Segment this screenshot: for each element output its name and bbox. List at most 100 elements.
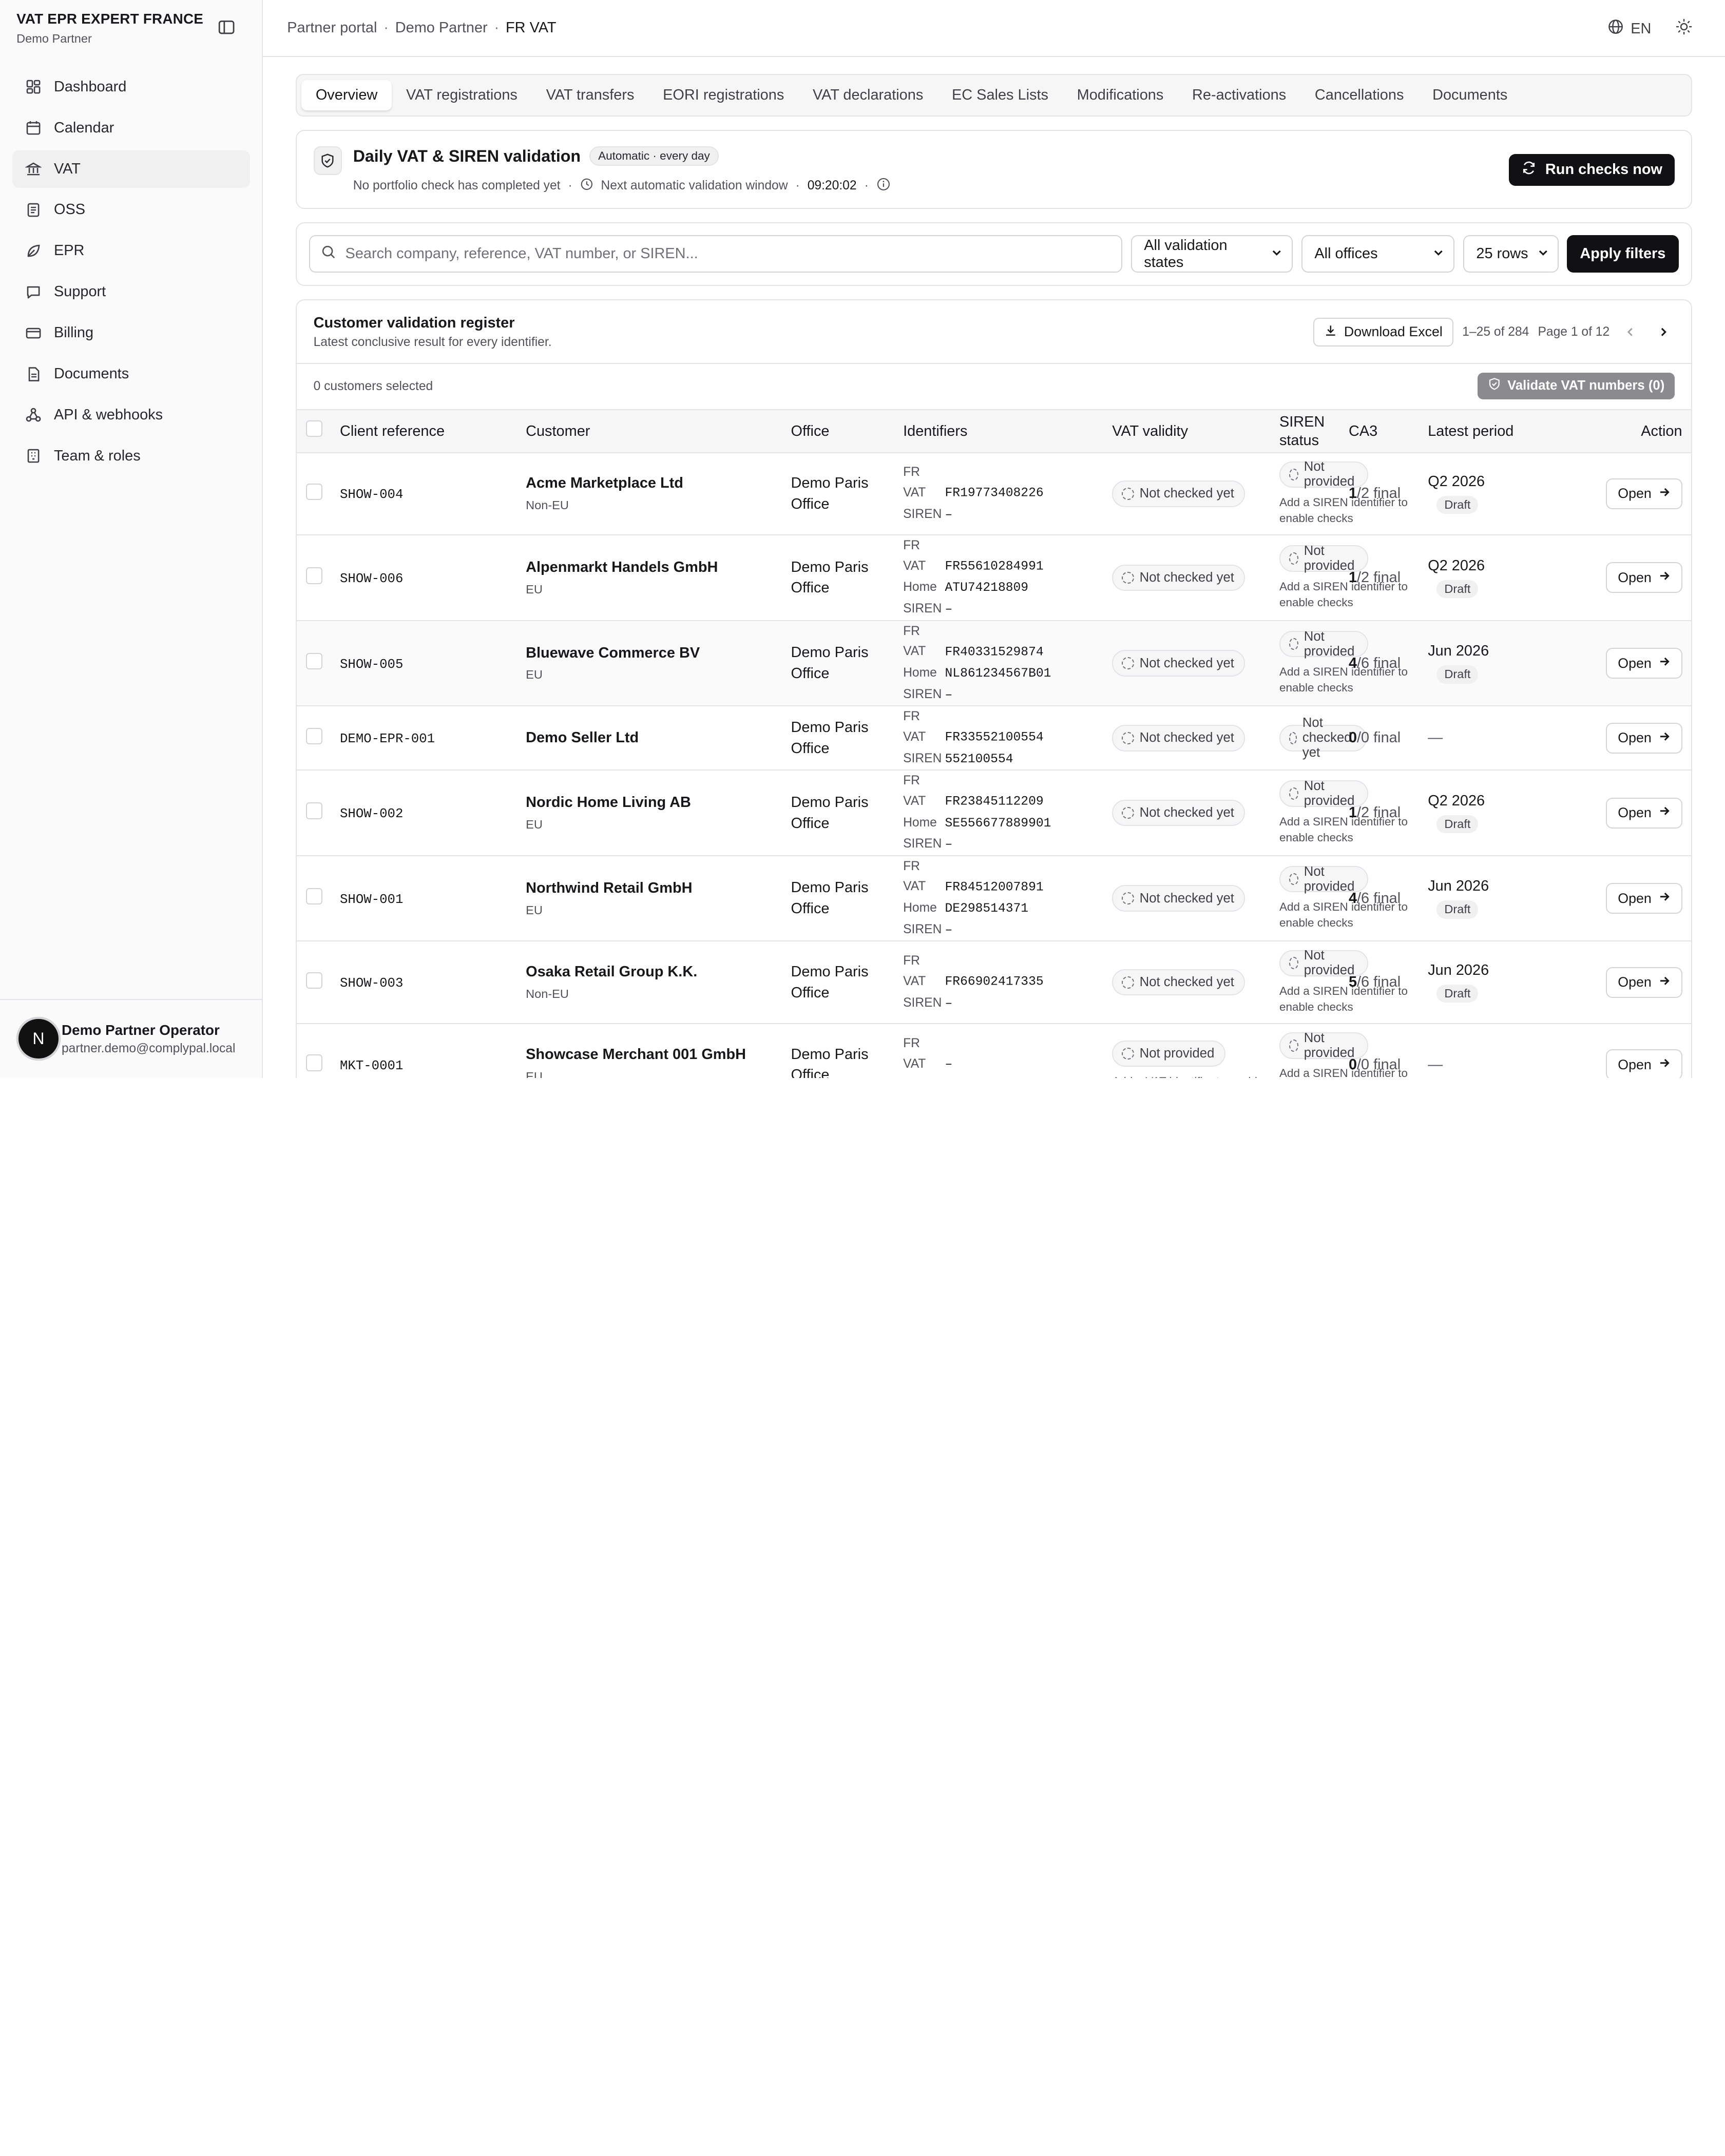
tab-cancellations[interactable]: Cancellations (1300, 80, 1418, 110)
download-excel-button[interactable]: Download Excel (1313, 318, 1454, 346)
tab-vat-registrations[interactable]: VAT registrations (392, 80, 532, 110)
table-row[interactable]: SHOW-001 Northwind Retail GmbH EU Demo Pa… (297, 855, 1691, 942)
open-button[interactable]: Open (1605, 478, 1682, 509)
office-select[interactable]: All offices (1301, 235, 1454, 273)
apply-filters-button[interactable]: Apply filters (1566, 235, 1679, 273)
row-checkbox[interactable] (305, 888, 322, 905)
table-row[interactable]: SHOW-005 Bluewave Commerce BV EU Demo Par… (297, 620, 1691, 707)
row-checkbox[interactable] (305, 652, 322, 670)
brand-title: VAT EPR EXPERT FRANCE (16, 11, 204, 27)
table-row[interactable]: SHOW-004 Acme Marketplace Ltd Non-EU Demo… (297, 452, 1691, 536)
action-cell: Open (1515, 770, 1691, 856)
customer-name[interactable]: Demo Seller Ltd (526, 729, 778, 746)
tab-modifications[interactable]: Modifications (1063, 80, 1178, 110)
latest-period: Q2 2026 (1428, 557, 1485, 574)
identifier-label: SIREN (903, 995, 942, 1010)
identifier-value: FR19773408226 (945, 486, 1044, 501)
sidebar-item-billing[interactable]: Billing (12, 314, 250, 352)
row-checkbox[interactable] (305, 727, 322, 744)
customer-name[interactable]: Alpenmarkt Handels GmbH (526, 559, 778, 576)
customer-name[interactable]: Bluewave Commerce BV (526, 645, 778, 662)
sidebar-item-support[interactable]: Support (12, 273, 250, 311)
open-button[interactable]: Open (1605, 967, 1682, 998)
calendar-icon (25, 120, 42, 136)
validate-vat-numbers-button[interactable]: Validate VAT numbers (0) (1478, 373, 1675, 399)
table-row[interactable]: SHOW-002 Nordic Home Living AB EU Demo Pa… (297, 770, 1691, 856)
search-input[interactable]: Search company, reference, VAT number, o… (309, 235, 1122, 273)
customer-name[interactable]: Nordic Home Living AB (526, 794, 778, 811)
tab-re-activations[interactable]: Re-activations (1178, 80, 1300, 110)
sidebar-item-calendar[interactable]: Calendar (12, 109, 250, 147)
tab-overview[interactable]: Overview (301, 80, 392, 110)
topbar-actions: EN (1607, 18, 1692, 39)
theme-toggle-sun-icon[interactable] (1676, 18, 1692, 39)
sidebar-item-team-roles[interactable]: Team & roles (12, 437, 250, 475)
identifier-value: NL861234567B01 (945, 666, 1051, 681)
user-profile[interactable]: N Demo Partner Operator partner.demo@com… (0, 998, 262, 1078)
customer-cell: Showcase Merchant 001 GmbH EU (512, 1024, 778, 1078)
customer-name[interactable]: Showcase Merchant 001 GmbH (526, 1046, 778, 1063)
identifier-line: FR VAT FR40331529874 (903, 621, 1099, 663)
info-icon[interactable] (876, 177, 891, 195)
row-checkbox[interactable] (305, 1054, 322, 1071)
validation-state-select[interactable]: All validation states (1130, 235, 1293, 273)
row-checkbox[interactable] (305, 972, 322, 989)
breadcrumb-demo-partner[interactable]: Demo Partner (395, 20, 488, 36)
row-checkbox[interactable] (305, 802, 322, 819)
chevron-down-icon (1537, 245, 1549, 262)
register-title: Customer validation register (313, 314, 515, 331)
sidebar-item-dashboard[interactable]: Dashboard (12, 68, 250, 106)
breadcrumb-separator: · (384, 20, 389, 36)
sidebar-item-oss[interactable]: OSS (12, 191, 250, 229)
latest-period: Jun 2026 (1428, 962, 1489, 979)
sidebar-item-vat[interactable]: VAT (12, 150, 250, 188)
tab-documents[interactable]: Documents (1418, 80, 1522, 110)
breadcrumb-partner-portal[interactable]: Partner portal (287, 20, 377, 36)
tab-vat-declarations[interactable]: VAT declarations (798, 80, 937, 110)
tab-vat-transfers[interactable]: VAT transfers (532, 80, 649, 110)
siren-status-label: Not checked yet (1302, 716, 1352, 760)
customer-type: EU (526, 582, 543, 596)
tab-eori-registrations[interactable]: EORI registrations (648, 80, 798, 110)
previous-page-chevron-left-icon[interactable] (1618, 320, 1642, 344)
sidebar-item-api-webhooks[interactable]: API & webhooks (12, 396, 250, 434)
table-row[interactable]: DEMO-EPR-001 Demo Seller Ltd Demo Paris … (297, 706, 1691, 771)
client-reference-cell: SHOW-002 (331, 770, 513, 856)
page-content: Overview VAT registrations VAT transfers EO… (296, 73, 1692, 1078)
rows-per-page-select[interactable]: 25 rows (1463, 235, 1559, 273)
table-row[interactable]: SHOW-003 Osaka Retail Group K.K. Non-EU D… (297, 941, 1691, 1025)
identifier-label: SIREN (903, 751, 942, 765)
open-button[interactable]: Open (1605, 722, 1682, 754)
customer-table: Client reference Customer Office Identif… (297, 409, 1691, 1078)
customer-name[interactable]: Northwind Retail GmbH (526, 880, 778, 897)
open-button[interactable]: Open (1605, 1049, 1682, 1078)
row-checkbox[interactable] (305, 483, 322, 500)
customer-name[interactable]: Acme Marketplace Ltd (526, 475, 778, 492)
siren-status-cell: Not checked yet (1266, 706, 1367, 771)
row-select-cell (297, 855, 331, 942)
sidebar-toggle-icon[interactable] (218, 18, 235, 36)
sidebar-item-epr[interactable]: EPR (12, 232, 250, 270)
open-button[interactable]: Open (1605, 648, 1682, 679)
language-switcher[interactable]: EN (1607, 18, 1651, 39)
tab-ec-sales-lists[interactable]: EC Sales Lists (937, 80, 1063, 110)
vat-status-label: Not provided (1139, 1046, 1215, 1061)
sidebar-item-documents[interactable]: Documents (12, 355, 250, 393)
latest-period-cell: — (1423, 706, 1515, 771)
separator-dot: · (795, 179, 800, 193)
table-row[interactable]: SHOW-006 Alpenmarkt Handels GmbH EU Demo … (297, 535, 1691, 621)
identifier-line: FR VAT FR55610284991 (903, 535, 1099, 577)
open-button[interactable]: Open (1605, 797, 1682, 829)
select-all-checkbox[interactable] (305, 420, 322, 437)
open-button[interactable]: Open (1605, 883, 1682, 914)
next-page-chevron-right-icon[interactable] (1652, 320, 1676, 344)
run-checks-button[interactable]: Run checks now (1509, 153, 1675, 186)
vat-validity-cell: Not checked yet (1099, 535, 1267, 621)
open-button[interactable]: Open (1605, 562, 1682, 593)
row-checkbox[interactable] (305, 567, 322, 584)
identifier-line: SIREN– (903, 834, 1099, 855)
table-row[interactable]: MKT-0001 Showcase Merchant 001 GmbH EU De… (297, 1024, 1691, 1078)
identifier-value: – (945, 837, 953, 852)
customer-name[interactable]: Osaka Retail Group K.K. (526, 964, 778, 980)
office-cell: Demo Paris Office (777, 770, 890, 856)
